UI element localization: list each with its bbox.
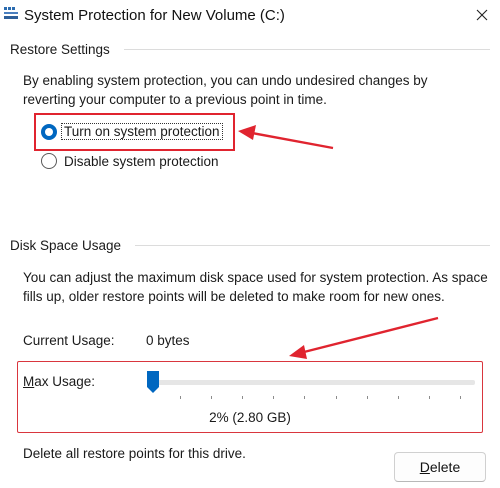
slider-tick (335, 396, 337, 399)
disk-space-description: You can adjust the maximum disk space us… (23, 268, 488, 306)
slider-tick (460, 396, 461, 399)
delete-description: Delete all restore points for this drive… (23, 446, 246, 461)
slider-tick (397, 396, 399, 399)
disk-space-description-line2: fills up, older restore points will be d… (23, 289, 445, 304)
max-usage-label: Max Usage: (23, 374, 96, 389)
delete-button[interactable]: Delete (394, 452, 486, 482)
annotation-arrow-bottom (289, 316, 439, 359)
current-usage-label: Current Usage: (23, 333, 115, 348)
slider-tick (211, 396, 213, 399)
current-usage-value: 0 bytes (146, 333, 190, 348)
disk-space-header: Disk Space Usage (10, 238, 490, 253)
max-usage-value: 2% (2.80 GB) (209, 410, 291, 425)
slider-tick (428, 396, 430, 399)
max-usage-slider-track[interactable] (150, 380, 475, 385)
slider-tick (304, 396, 306, 399)
slider-tick (180, 396, 181, 399)
delete-button-label: Delete (419, 459, 461, 475)
slider-tick (273, 396, 275, 399)
slider-tick (242, 396, 244, 399)
annotation-arrow-top (238, 125, 334, 150)
disk-space-title: Disk Space Usage (10, 238, 122, 253)
disk-space-description-line1: You can adjust the maximum disk space us… (23, 270, 488, 285)
slider-tick (366, 396, 368, 399)
max-usage-slider-thumb[interactable] (146, 370, 160, 394)
header-divider (135, 245, 490, 246)
